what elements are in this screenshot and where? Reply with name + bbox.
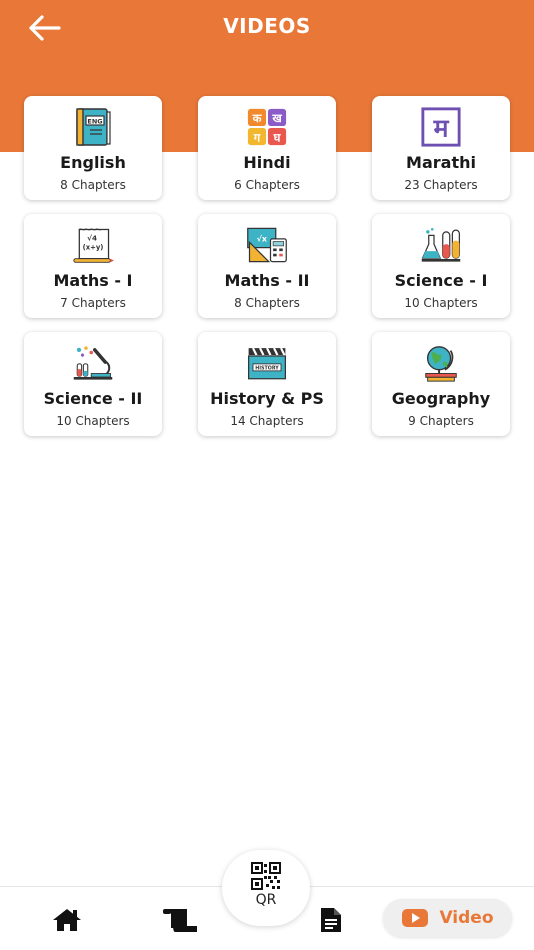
subject-name: Science - II bbox=[43, 389, 143, 408]
subject-name: History & PS bbox=[210, 389, 324, 408]
marathi-letter-icon: म bbox=[420, 106, 462, 148]
globe-icon bbox=[420, 342, 462, 384]
document-icon bbox=[321, 908, 341, 932]
subject-name: Hindi bbox=[243, 153, 291, 172]
home-icon bbox=[53, 909, 81, 931]
nav-video[interactable]: Video bbox=[383, 899, 512, 937]
subject-name: Maths - I bbox=[53, 271, 133, 290]
nav-home[interactable] bbox=[50, 905, 84, 935]
chapter-count: 10 Chapters bbox=[404, 296, 478, 310]
chapter-count: 6 Chapters bbox=[234, 178, 300, 192]
chapter-count: 9 Chapters bbox=[408, 414, 474, 428]
subject-card-science-1[interactable]: Science - I 10 Chapters bbox=[372, 214, 510, 318]
nav-video-label: Video bbox=[439, 908, 494, 928]
subject-card-geography[interactable]: Geography 9 Chapters bbox=[372, 332, 510, 436]
svg-text:√x: √x bbox=[257, 235, 267, 244]
svg-text:ख: ख bbox=[271, 111, 282, 125]
svg-text:(x+y): (x+y) bbox=[83, 244, 104, 252]
chapter-count: 7 Chapters bbox=[60, 296, 126, 310]
chapter-count: 10 Chapters bbox=[56, 414, 130, 428]
chapter-count: 23 Chapters bbox=[404, 178, 478, 192]
page-title: VIDEOS bbox=[223, 14, 311, 38]
subject-name: English bbox=[60, 153, 126, 172]
subject-card-maths-1[interactable]: √4 (x+y) Maths - I 7 Chapters bbox=[24, 214, 162, 318]
lab-flasks-icon bbox=[420, 224, 462, 266]
qr-code-icon bbox=[251, 862, 281, 890]
chapter-count: 8 Chapters bbox=[234, 296, 300, 310]
videos-screen: VIDEOS ENG English 8 Chapters क ख ग घ Hi… bbox=[0, 0, 534, 950]
subject-card-marathi[interactable]: म Marathi 23 Chapters bbox=[372, 96, 510, 200]
qr-label: QR bbox=[255, 892, 277, 908]
subject-card-hindi[interactable]: क ख ग घ Hindi 6 Chapters bbox=[198, 96, 336, 200]
chapter-count: 14 Chapters bbox=[230, 414, 304, 428]
subject-name: Marathi bbox=[406, 153, 476, 172]
subject-name: Geography bbox=[391, 389, 491, 408]
subject-card-english[interactable]: ENG English 8 Chapters bbox=[24, 96, 162, 200]
microscope-icon bbox=[72, 342, 114, 384]
svg-text:म: म bbox=[433, 114, 450, 143]
svg-text:क: क bbox=[252, 111, 263, 125]
nav-documents[interactable] bbox=[316, 904, 346, 936]
svg-text:ENG: ENG bbox=[87, 118, 102, 126]
chapter-count: 8 Chapters bbox=[60, 178, 126, 192]
subject-grid: ENG English 8 Chapters क ख ग घ Hindi 6 C… bbox=[24, 96, 510, 436]
scroll-icon bbox=[163, 909, 197, 932]
youtube-icon bbox=[402, 909, 429, 927]
math-notebook-icon: √4 (x+y) bbox=[72, 224, 114, 266]
hindi-letters-icon: क ख ग घ bbox=[246, 106, 288, 148]
subject-card-science-2[interactable]: Science - II 10 Chapters bbox=[24, 332, 162, 436]
subject-name: Maths - II bbox=[224, 271, 310, 290]
qr-scan-button[interactable]: QR bbox=[222, 850, 310, 926]
svg-text:√4: √4 bbox=[87, 233, 97, 242]
svg-text:घ: घ bbox=[273, 130, 282, 144]
clapperboard-icon: HISTORY bbox=[246, 342, 288, 384]
subject-name: Science - I bbox=[394, 271, 488, 290]
math-tools-icon: √x bbox=[246, 224, 288, 266]
svg-text:HISTORY: HISTORY bbox=[255, 366, 279, 372]
svg-text:ग: ग bbox=[253, 130, 261, 144]
nav-notes[interactable] bbox=[160, 905, 200, 935]
english-book-icon: ENG bbox=[72, 106, 114, 148]
subject-card-history[interactable]: HISTORY History & PS 14 Chapters bbox=[198, 332, 336, 436]
subject-card-maths-2[interactable]: √x Maths - II 8 Chapters bbox=[198, 214, 336, 318]
